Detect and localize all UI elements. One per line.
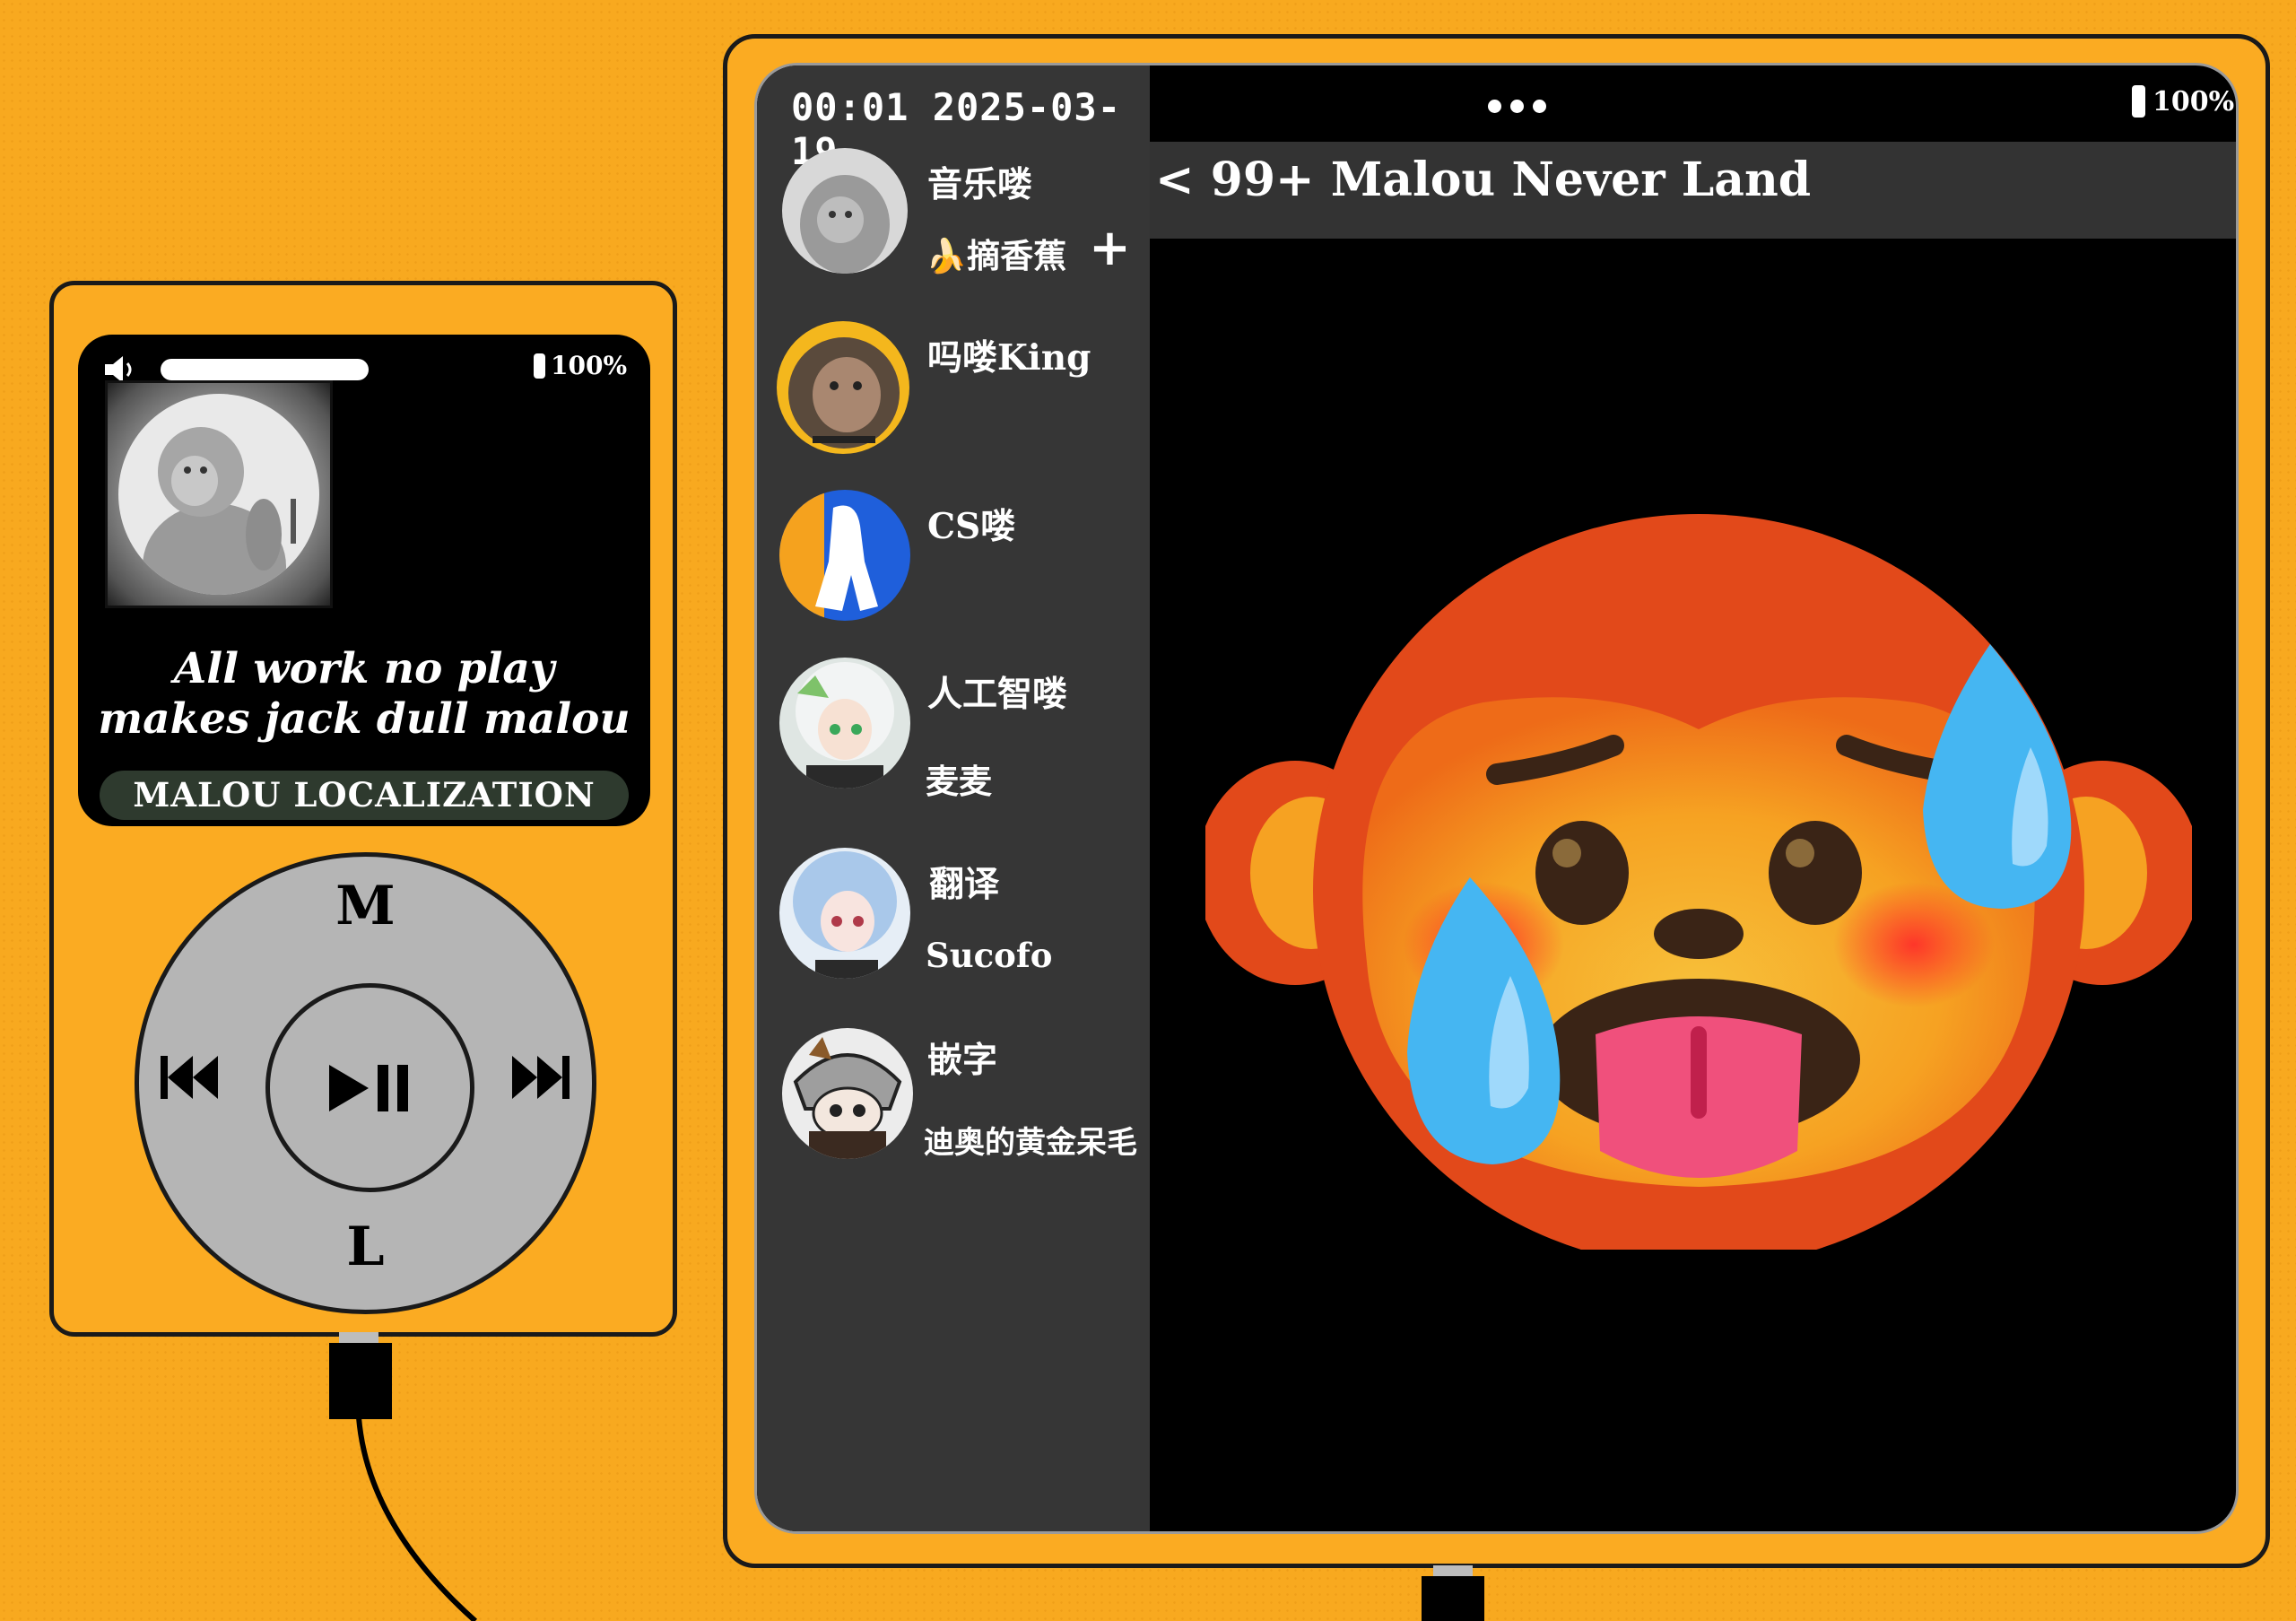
chat-header: < 99+ Malou Never Land — [1150, 142, 2236, 239]
contact-status: Sucofo — [926, 936, 1053, 975]
battery-icon — [534, 353, 545, 379]
player-battery-status: 100% — [534, 351, 627, 380]
monkey-album-image — [118, 394, 319, 595]
chat-title-back-button[interactable]: < 99+ Malou Never Land — [1155, 153, 1811, 207]
contact-name: 音乐喽 — [927, 164, 1033, 205]
lyric-line-1: All work no play — [173, 644, 555, 693]
tablet-screen: 00:01 2025-03-19 音乐喽 🍌摘香蕉 + 吗喽King CS喽 人… — [754, 63, 2239, 1534]
contact-status: 🍌摘香蕉 — [926, 236, 1067, 275]
add-button[interactable]: + — [1089, 222, 1131, 273]
contact-item[interactable]: CS喽 — [757, 490, 1150, 660]
contact-item[interactable]: 翻译 Sucofo — [757, 848, 1150, 1018]
menu-button-label[interactable]: M — [139, 875, 592, 937]
play-pause-icon — [328, 1064, 408, 1111]
battery-percent: 100% — [2152, 85, 2235, 118]
contact-name: 翻译 — [929, 864, 1000, 905]
player-plug — [329, 1343, 392, 1419]
tablet-plug — [1422, 1576, 1484, 1621]
avatar — [779, 658, 910, 789]
contact-name: CS喽 — [927, 506, 1016, 547]
volume-bar[interactable] — [161, 359, 369, 380]
contact-item[interactable]: 吗喽King — [757, 321, 1150, 492]
brand-banner: MALOU LOCALIZATION — [100, 771, 629, 820]
contact-sidebar: 00:01 2025-03-19 音乐喽 🍌摘香蕉 + 吗喽King CS喽 人… — [757, 65, 1150, 1531]
previous-button[interactable] — [159, 1052, 222, 1106]
contact-name: 嵌字 — [927, 1040, 998, 1081]
contact-item[interactable]: 嵌字 迪奥的黄金呆毛 — [757, 1028, 1150, 1198]
battery-percent: 100% — [551, 351, 628, 380]
click-wheel[interactable]: M L — [135, 852, 596, 1314]
contact-item[interactable]: 人工智喽 麦麦 — [757, 658, 1150, 828]
avatar — [782, 148, 908, 274]
avatar — [782, 1028, 913, 1159]
avatar — [779, 848, 910, 979]
player-cable — [356, 1417, 477, 1621]
contact-status: 麦麦 — [926, 762, 992, 801]
tablet-battery-status: 100% — [2132, 85, 2234, 118]
l-button-label[interactable]: L — [139, 1216, 592, 1278]
play-pause-button[interactable] — [265, 983, 474, 1192]
lyric-line-2: makes jack dull malou — [98, 694, 631, 744]
contact-name: 吗喽King — [927, 337, 1091, 379]
player-screen: 100% All work no play makes jack dull ma… — [78, 335, 650, 826]
avatar — [777, 321, 909, 454]
previous-icon — [161, 1056, 218, 1099]
avatar — [779, 490, 910, 621]
tablet-device: 00:01 2025-03-19 音乐喽 🍌摘香蕉 + 吗喽King CS喽 人… — [723, 34, 2270, 1568]
battery-icon — [2132, 85, 2145, 118]
lyric-text: All work no play makes jack dull malou — [78, 644, 650, 745]
music-player: 100% All work no play makes jack dull ma… — [49, 281, 677, 1337]
contact-name: 人工智喽 — [927, 674, 1068, 715]
album-art — [105, 380, 333, 608]
next-button[interactable] — [509, 1052, 571, 1106]
monkey-sweat-emoji-image — [1196, 460, 2201, 1268]
more-options-icon[interactable] — [1488, 100, 1546, 113]
next-icon — [512, 1056, 570, 1099]
contact-status: 迪奥的黄金呆毛 — [924, 1125, 1137, 1161]
